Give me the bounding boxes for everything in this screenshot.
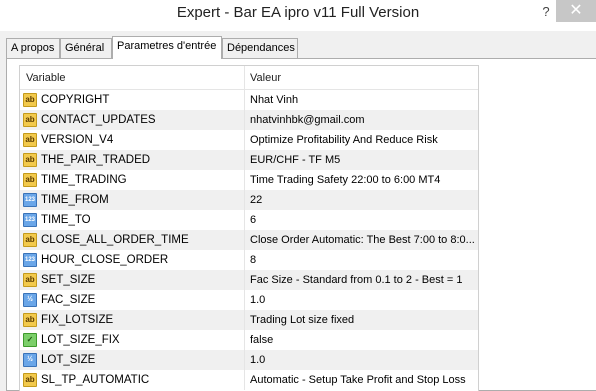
variable-name: SET_SIZE — [41, 274, 96, 286]
variable-name: CLOSE_ALL_ORDER_TIME — [41, 234, 189, 246]
string-type-icon: ab — [23, 373, 37, 387]
string-type-icon: ab — [23, 273, 37, 287]
string-type-icon: ab — [23, 153, 37, 167]
table-row[interactable]: ab TIME_TRADING Time Trading Safety 22:00 … — [20, 170, 478, 190]
table-row[interactable]: ½ FAC_SIZE 1.0 — [20, 290, 478, 310]
window-title: Expert - Bar EA ipro v11 Full Version — [176, 4, 420, 21]
string-type-icon: ab — [23, 93, 37, 107]
tab-general[interactable]: Général — [60, 38, 112, 58]
table-row[interactable]: ab SL_TP_AUTOMATIC Automatic - Setup Take … — [20, 370, 478, 390]
value-cell[interactable]: 1.0 — [245, 350, 478, 370]
value-cell[interactable]: Time Trading Safety 22:00 to 6:00 MT4 — [245, 170, 478, 190]
string-type-icon: ab — [23, 233, 37, 247]
variable-cell: ✓ LOT_SIZE_FIX — [20, 330, 245, 350]
variable-name: SL_TP_AUTOMATIC — [41, 374, 150, 386]
variable-cell: ab VERSION_V4 — [20, 130, 245, 150]
boolean-type-icon: ✓ — [23, 333, 37, 347]
variable-cell: ab COPYRIGHT — [20, 90, 245, 110]
title-bar: Expert - Bar EA ipro v11 Full Version ? … — [0, 0, 596, 31]
variable-name: THE_PAIR_TRADED — [41, 154, 151, 166]
value-cell[interactable]: EUR/CHF - TF M5 — [245, 150, 478, 170]
value-cell[interactable]: Nhat Vinh — [245, 90, 478, 110]
table-row[interactable]: ab VERSION_V4 Optimize Profitability And R… — [20, 130, 478, 150]
table-row[interactable]: ab FIX_LOTSIZE Trading Lot size fixed — [20, 310, 478, 330]
variable-name: COPYRIGHT — [41, 94, 110, 106]
variable-name: FAC_SIZE — [41, 294, 96, 306]
table-header: Variable Valeur — [20, 66, 478, 90]
dialog-client-area: A propos Général Parametres d'entrée Dép… — [0, 31, 596, 391]
table-row[interactable]: 123 HOUR_CLOSE_ORDER 8 — [20, 250, 478, 270]
variable-cell: 123 TIME_FROM — [20, 190, 245, 210]
column-header-value[interactable]: Valeur — [245, 66, 478, 89]
help-button[interactable]: ? — [536, 2, 556, 22]
variable-name: CONTACT_UPDATES — [41, 114, 156, 126]
integer-type-icon: 123 — [23, 213, 37, 227]
integer-type-icon: 123 — [23, 193, 37, 207]
table-row[interactable]: 123 TIME_TO 6 — [20, 210, 478, 230]
table-row[interactable]: ✓ LOT_SIZE_FIX false — [20, 330, 478, 350]
string-type-icon: ab — [23, 313, 37, 327]
variable-cell: ab TIME_TRADING — [20, 170, 245, 190]
double-type-icon: ½ — [23, 353, 37, 367]
string-type-icon: ab — [23, 113, 37, 127]
parameters-table: Variable Valeur ab COPYRIGHT Nhat Vinh ab CO… — [19, 65, 479, 391]
column-header-variable[interactable]: Variable — [20, 66, 245, 89]
value-cell[interactable]: Automatic - Setup Take Profit and Stop L… — [245, 370, 478, 390]
value-cell[interactable]: 6 — [245, 210, 478, 230]
value-cell[interactable]: Fac Size - Standard from 0.1 to 2 - Best… — [245, 270, 478, 290]
variable-name: TIME_TRADING — [41, 174, 127, 186]
integer-type-icon: 123 — [23, 253, 37, 267]
table-body: ab COPYRIGHT Nhat Vinh ab CONTACT_UPDATES nha… — [20, 90, 478, 390]
value-cell[interactable]: Trading Lot size fixed — [245, 310, 478, 330]
variable-cell: ½ LOT_SIZE — [20, 350, 245, 370]
close-button[interactable]: ✕ — [556, 0, 596, 22]
variable-cell: ab CLOSE_ALL_ORDER_TIME — [20, 230, 245, 250]
table-row[interactable]: ½ LOT_SIZE 1.0 — [20, 350, 478, 370]
table-row[interactable]: ab SET_SIZE Fac Size - Standard from 0.1 t… — [20, 270, 478, 290]
variable-cell: ab SET_SIZE — [20, 270, 245, 290]
variable-name: VERSION_V4 — [41, 134, 114, 146]
variable-name: TIME_FROM — [41, 194, 109, 206]
variable-cell: ab SL_TP_AUTOMATIC — [20, 370, 245, 390]
value-cell[interactable]: Close Order Automatic: The Best 7:00 to … — [245, 230, 478, 250]
variable-cell: ab FIX_LOTSIZE — [20, 310, 245, 330]
variable-cell: ab THE_PAIR_TRADED — [20, 150, 245, 170]
variable-name: TIME_TO — [41, 214, 91, 226]
tab-panel: Variable Valeur ab COPYRIGHT Nhat Vinh ab CO… — [6, 58, 596, 391]
variable-cell: 123 HOUR_CLOSE_ORDER — [20, 250, 245, 270]
variable-name: FIX_LOTSIZE — [41, 314, 114, 326]
variable-name: LOT_SIZE — [41, 354, 96, 366]
table-row[interactable]: ab COPYRIGHT Nhat Vinh — [20, 90, 478, 110]
variable-cell: ab CONTACT_UPDATES — [20, 110, 245, 130]
value-cell[interactable]: 22 — [245, 190, 478, 210]
value-cell[interactable]: 1.0 — [245, 290, 478, 310]
value-cell[interactable]: nhatvinhbk@gmail.com — [245, 110, 478, 130]
value-cell[interactable]: Optimize Profitability And Reduce Risk — [245, 130, 478, 150]
tab-input-parameters[interactable]: Parametres d'entrée — [112, 36, 222, 59]
variable-cell: ½ FAC_SIZE — [20, 290, 245, 310]
value-cell[interactable]: 8 — [245, 250, 478, 270]
variable-name: HOUR_CLOSE_ORDER — [41, 254, 169, 266]
double-type-icon: ½ — [23, 293, 37, 307]
string-type-icon: ab — [23, 173, 37, 187]
table-row[interactable]: 123 TIME_FROM 22 — [20, 190, 478, 210]
table-row[interactable]: ab THE_PAIR_TRADED EUR/CHF - TF M5 — [20, 150, 478, 170]
table-row[interactable]: ab CLOSE_ALL_ORDER_TIME Close Order Automa… — [20, 230, 478, 250]
value-cell[interactable]: false — [245, 330, 478, 350]
variable-cell: 123 TIME_TO — [20, 210, 245, 230]
tab-dependencies[interactable]: Dépendances — [222, 38, 298, 58]
tab-a-propos[interactable]: A propos — [6, 38, 60, 58]
table-row[interactable]: ab CONTACT_UPDATES nhatvinhbk@gmail.com — [20, 110, 478, 130]
variable-name: LOT_SIZE_FIX — [41, 334, 120, 346]
string-type-icon: ab — [23, 133, 37, 147]
